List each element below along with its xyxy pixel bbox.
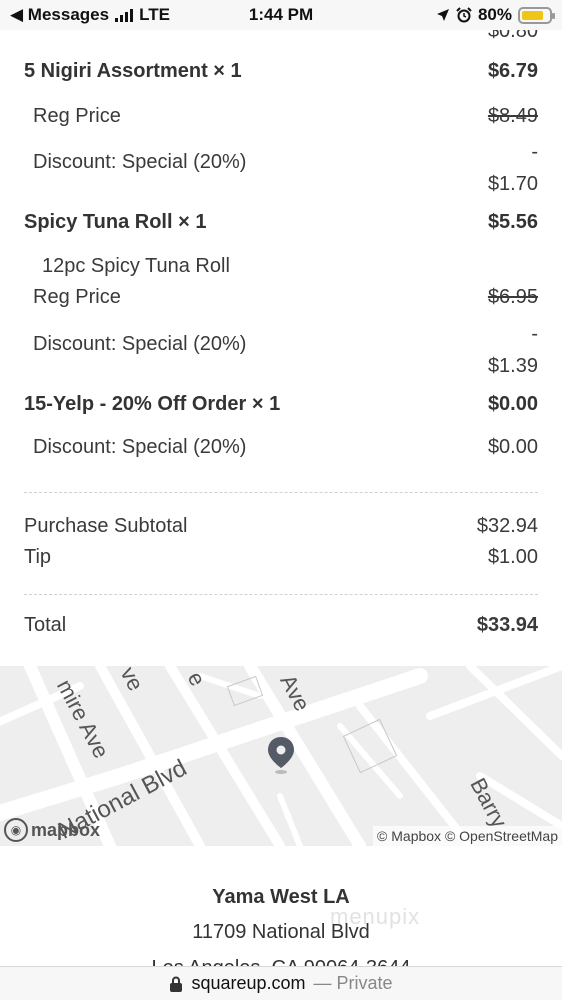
item-name: Spicy Tuna Roll × 1 — [24, 211, 207, 233]
map-attribution[interactable]: © Mapbox © OpenStreetMap — [373, 826, 562, 846]
url-host: squareup.com — [191, 973, 306, 993]
reg-price-value: $8.49 — [487, 105, 538, 127]
subtotal-row: Purchase Subtotal $32.94 — [24, 515, 538, 538]
divider — [24, 492, 538, 493]
item-price: $0.00 — [487, 393, 538, 415]
lock-icon — [170, 976, 183, 992]
mapbox-icon: ◉ — [4, 818, 28, 842]
line-item: 15-Yelp - 20% Off Order × 1 $0.00 — [24, 393, 538, 416]
reg-price-label: Reg Price — [33, 105, 121, 127]
cut-off-value: $0.80 — [487, 30, 538, 42]
subtotal-label: Purchase Subtotal — [24, 515, 188, 537]
alarm-clock-icon — [456, 7, 472, 23]
discount-value-block: - $1.70 — [488, 136, 538, 200]
discount-value: $0.00 — [487, 436, 538, 458]
discount-label: Discount: Special (20%) — [33, 333, 247, 355]
discount-dash: - — [531, 141, 538, 163]
discount-label: Discount: Special (20%) — [33, 436, 247, 458]
status-bar: ◀ Messages LTE 1:44 PM 80% — [0, 0, 562, 30]
item-name: 15-Yelp - 20% Off Order × 1 — [24, 393, 281, 415]
discount-value-block: - $1.39 — [488, 318, 538, 382]
business-footer: Yama West LA menupix 11709 National Blvd… — [0, 846, 562, 968]
discount-value: $1.70 — [487, 173, 538, 195]
location-map[interactable]: mire Ave ve e Ave National Blvd Barry ◉ … — [0, 666, 562, 846]
url-bar[interactable]: squareup.com — Private — [0, 966, 562, 1000]
item-name: 5 Nigiri Assortment × 1 — [24, 60, 242, 82]
url-privacy: — Private — [313, 973, 393, 993]
tip-label: Tip — [24, 546, 52, 568]
mapbox-logo-text: mapbox — [31, 819, 101, 840]
battery-fill — [522, 10, 543, 20]
battery-icon — [518, 6, 555, 24]
discount-dash: - — [531, 323, 538, 345]
status-right: 80% — [436, 5, 555, 25]
item-description-row: 12pc Spicy Tuna Roll — [42, 255, 538, 278]
line-item: 5 Nigiri Assortment × 1 $6.79 — [24, 60, 538, 83]
mapbox-logo[interactable]: ◉ mapbox — [4, 818, 100, 842]
item-price: $6.79 — [487, 60, 538, 82]
line-item: Spicy Tuna Roll × 1 $5.56 — [24, 211, 538, 234]
address-line1: 11709 National Blvd — [192, 921, 370, 943]
business-name: Yama West LA — [212, 886, 350, 908]
receipt: $0.80 5 Nigiri Assortment × 1 $6.79 Reg … — [0, 30, 562, 666]
discount-row: Discount: Special (20%) - $1.70 — [33, 141, 538, 200]
battery-percent: 80% — [477, 5, 512, 24]
reg-price-row: Reg Price $6.95 — [33, 286, 538, 309]
discount-label: Discount: Special (20%) — [33, 151, 247, 173]
discount-row: Discount: Special (20%) $0.00 — [33, 436, 538, 459]
reg-price-row: Reg Price $8.49 — [33, 105, 538, 128]
tip-row: Tip $1.00 — [24, 546, 538, 569]
total-value: $33.94 — [476, 614, 538, 636]
reg-price-value: $6.95 — [487, 286, 538, 308]
discount-row: Discount: Special (20%) - $1.39 — [33, 323, 538, 382]
subtotal-value: $32.94 — [476, 515, 538, 537]
discount-value: $1.39 — [487, 355, 538, 377]
total-row: Total $33.94 — [24, 614, 538, 637]
divider — [24, 594, 538, 595]
location-arrow-icon — [436, 9, 449, 21]
tip-value: $1.00 — [487, 546, 538, 568]
item-description: 12pc Spicy Tuna Roll — [42, 255, 230, 277]
item-price: $5.56 — [487, 211, 538, 233]
map-pin-icon[interactable] — [266, 736, 296, 776]
reg-price-label: Reg Price — [33, 286, 121, 308]
total-label: Total — [24, 614, 67, 636]
